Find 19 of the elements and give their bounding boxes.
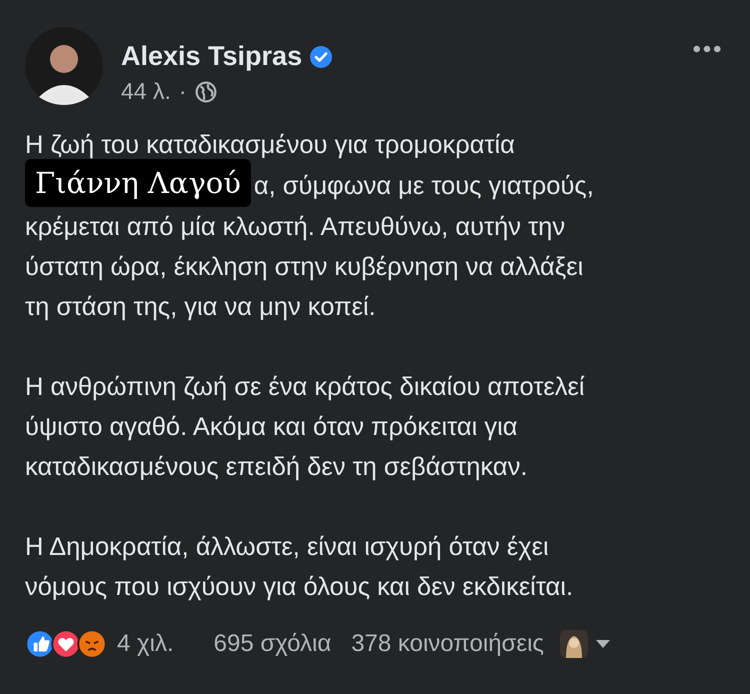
share-count[interactable]: 378 κοινοποιήσεις bbox=[351, 630, 544, 658]
more-options-icon[interactable] bbox=[693, 45, 721, 53]
comment-count[interactable]: 695 σχόλια bbox=[214, 630, 332, 658]
name-label: Γιάννη Λαγού bbox=[25, 159, 251, 207]
post-text: α, σύμφωνα με τους γιατρούς, bbox=[254, 171, 594, 202]
post-text: Η ανθρώπινη ζωή σε ένα κράτος δικαίου αποτελεί ύψιστο αγαθό. Ακόμα και όταν πρόκειται για καταδικασμένους επειδή δεν τη σεβάστηκαν. bbox=[25, 372, 586, 483]
author-name[interactable]: Alexis Tsipras bbox=[121, 41, 302, 72]
like-reaction-icon bbox=[25, 629, 55, 659]
reaction-count[interactable]: 4 χιλ. bbox=[117, 630, 174, 658]
angry-reaction-icon bbox=[77, 629, 107, 659]
post-text: Η Δημοκρατία, άλλωστε, είναι ισχυρή όταν έχει νόμους που ισχύουν για όλους και δεν εκδικείται. bbox=[25, 532, 574, 603]
separator-dot: · bbox=[178, 78, 187, 105]
love-reaction-icon bbox=[51, 629, 81, 659]
caret-icon[interactable] bbox=[596, 640, 610, 648]
profile-avatar[interactable] bbox=[25, 27, 103, 105]
globe-icon bbox=[194, 80, 217, 102]
post-text: κρέμεται από μία κλωστή. Απευθύνω, αυτήν την ύστατη ώρα, έκκληση στην κυβέρνηση να αλλάξει τη στάση της, για να μην κοπεί. bbox=[25, 212, 584, 323]
post-time[interactable]: 44 λ. bbox=[121, 78, 171, 105]
post-text: Η ζωή του καταδικασμένου για τρομοκρατία bbox=[25, 130, 516, 161]
